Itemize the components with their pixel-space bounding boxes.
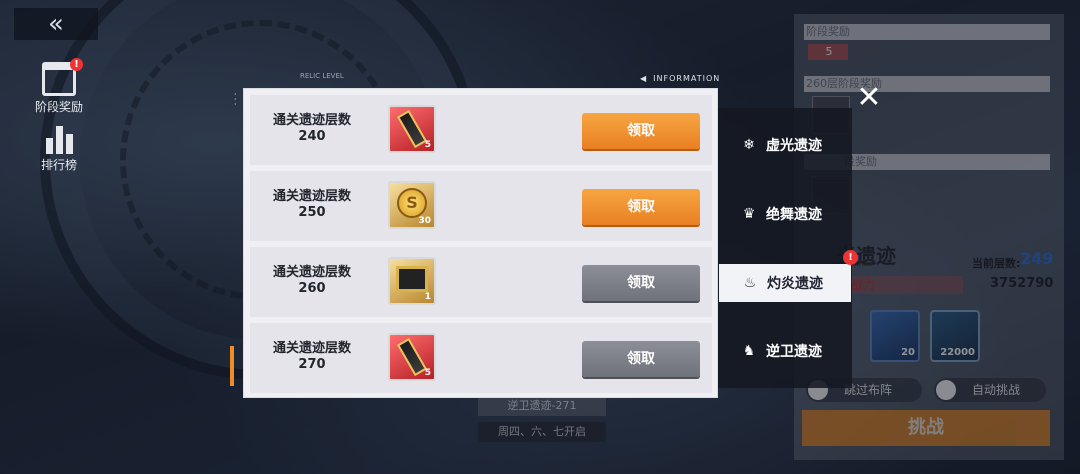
close-icon[interactable]: ✕	[853, 82, 885, 114]
floor-requirement: 通关遗迹层数 240	[272, 113, 351, 144]
floor-requirement: 通关遗迹层数 270	[272, 341, 351, 372]
ranking-button[interactable]: 排行榜	[30, 120, 88, 173]
claim-button-disabled[interactable]: 领取	[582, 341, 700, 377]
relic-tabs: ❄ 虚光遗迹 ♛ 绝舞遗迹 ♨ 灼炎遗迹 ♞ 逆卫遗迹	[718, 108, 852, 388]
red-ticket-icon[interactable]: 5	[388, 105, 436, 153]
gold-coin-icon[interactable]: S 30	[388, 181, 436, 229]
gold-chest-icon[interactable]: 1	[388, 257, 436, 305]
tab-xuguang[interactable]: ❄ 虚光遗迹	[718, 126, 852, 164]
reward-row: 通关遗迹层数 240 5 领取	[250, 95, 712, 165]
reward-row: 通关遗迹层数 260 1 领取	[250, 247, 712, 317]
back-button[interactable]: «	[14, 8, 98, 40]
claim-button[interactable]: 领取	[582, 113, 700, 149]
snowflake-icon: ❄	[743, 137, 755, 153]
alert-badge: !	[70, 58, 83, 71]
claim-button[interactable]: 领取	[582, 189, 700, 225]
red-ticket-icon[interactable]: 5	[388, 333, 436, 381]
stage-reward-label: 阶段奖励	[34, 100, 83, 114]
floor-requirement: 通关遗迹层数 260	[272, 265, 351, 296]
flame-icon: ♨	[743, 275, 757, 291]
tab-niwei[interactable]: ♞ 逆卫遗迹	[718, 332, 852, 370]
scroll-indicator[interactable]	[230, 346, 234, 386]
tab-alert-badge: !	[843, 250, 858, 265]
gift-icon: !	[42, 58, 83, 96]
bar-chart-icon	[42, 120, 76, 154]
double-chevron-left-icon: «	[48, 9, 64, 39]
claim-button-disabled[interactable]: 领取	[582, 265, 700, 301]
drag-dots-icon: · · ·	[234, 90, 237, 109]
stage-reward-button[interactable]: ! 阶段奖励	[30, 58, 88, 115]
reward-row: 通关遗迹层数 250 S 30 领取	[250, 171, 712, 241]
information-label: ◀ INFORMATION	[640, 74, 721, 83]
ranking-label: 排行榜	[40, 158, 77, 172]
reward-list-modal: 通关遗迹层数 240 5 领取 通关遗迹层数 250 S 30 领取 通关遗迹层数 26…	[243, 88, 718, 398]
crest-icon: ♛	[742, 206, 756, 222]
shield-wing-icon: ♞	[742, 343, 756, 359]
relic-level-label: RELIC LEVEL	[300, 72, 344, 80]
reward-row: 通关遗迹层数 270 5 领取	[250, 323, 712, 393]
tab-zhuoyan[interactable]: ♨ 灼炎遗迹	[719, 264, 851, 302]
floor-requirement: 通关遗迹层数 250	[272, 189, 351, 220]
tab-juewu[interactable]: ♛ 绝舞遗迹	[718, 195, 852, 233]
